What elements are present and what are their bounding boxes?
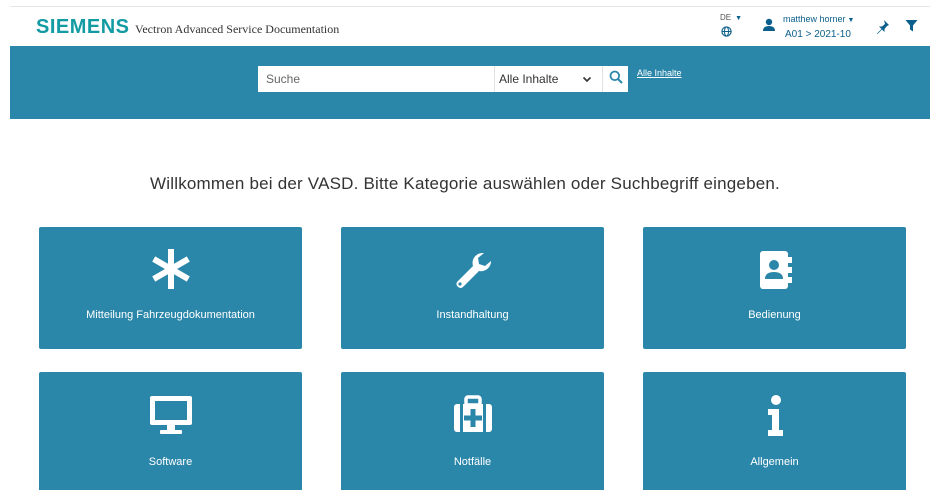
chevron-down-icon xyxy=(581,72,593,90)
all-content-link[interactable]: Alle Inhalte xyxy=(637,68,682,78)
info-icon xyxy=(643,394,906,438)
user-menu[interactable]: matthew horner ▼ A01 > 2021-10 xyxy=(783,12,854,42)
user-icon[interactable] xyxy=(762,18,776,37)
wrench-icon xyxy=(341,249,604,291)
search-button[interactable] xyxy=(602,66,628,92)
asterisk-icon xyxy=(39,249,302,289)
top-bar: SIEMENS Vectron Advanced Service Documen… xyxy=(10,6,930,46)
search-scope-select[interactable]: Alle Inhalte xyxy=(494,66,602,92)
category-tile-mitteilung[interactable]: Mitteilung Fahrzeugdokumentation xyxy=(39,227,302,349)
pin-icon[interactable] xyxy=(876,19,890,40)
user-context: A01 > 2021-10 xyxy=(785,29,851,40)
monitor-icon xyxy=(39,394,302,436)
scope-selected-value: Alle Inhalte xyxy=(499,72,559,86)
language-selector[interactable]: DE ▼ xyxy=(720,13,750,37)
caret-down-icon: ▼ xyxy=(847,17,855,24)
category-tile-allgemein[interactable]: Allgemein xyxy=(643,372,906,490)
app-title: Vectron Advanced Service Documentation xyxy=(135,22,340,36)
category-tile-notfaelle[interactable]: Notfälle xyxy=(341,372,604,490)
medkit-icon xyxy=(341,394,604,434)
language-code: DE xyxy=(720,13,732,22)
category-label: Mitteilung Fahrzeugdokumentation xyxy=(86,309,255,321)
category-tile-instandhaltung[interactable]: Instandhaltung xyxy=(341,227,604,349)
search-band: Alle Inhalte Alle Inhalte xyxy=(10,46,930,119)
category-label: Notfälle xyxy=(453,456,492,468)
filter-icon[interactable] xyxy=(905,19,918,38)
contact-book-icon xyxy=(643,249,906,291)
category-label: Bedienung xyxy=(748,309,801,321)
welcome-message: Willkommen bei der VASD. Bitte Kategorie… xyxy=(150,174,780,193)
user-name-row: matthew horner ▼ xyxy=(783,12,854,28)
category-label: Allgemein xyxy=(750,456,799,468)
globe-icon xyxy=(721,26,732,39)
category-tile-software[interactable]: Software xyxy=(39,372,302,490)
category-tile-bedienung[interactable]: Bedienung xyxy=(643,227,906,349)
category-label: Software xyxy=(148,456,193,468)
category-label: Instandhaltung xyxy=(436,309,509,321)
search-input[interactable] xyxy=(258,66,494,92)
siemens-logo[interactable]: SIEMENS xyxy=(36,16,130,39)
user-name: matthew horner xyxy=(783,14,846,24)
search-icon xyxy=(609,70,623,89)
caret-down-icon: ▼ xyxy=(735,15,743,22)
